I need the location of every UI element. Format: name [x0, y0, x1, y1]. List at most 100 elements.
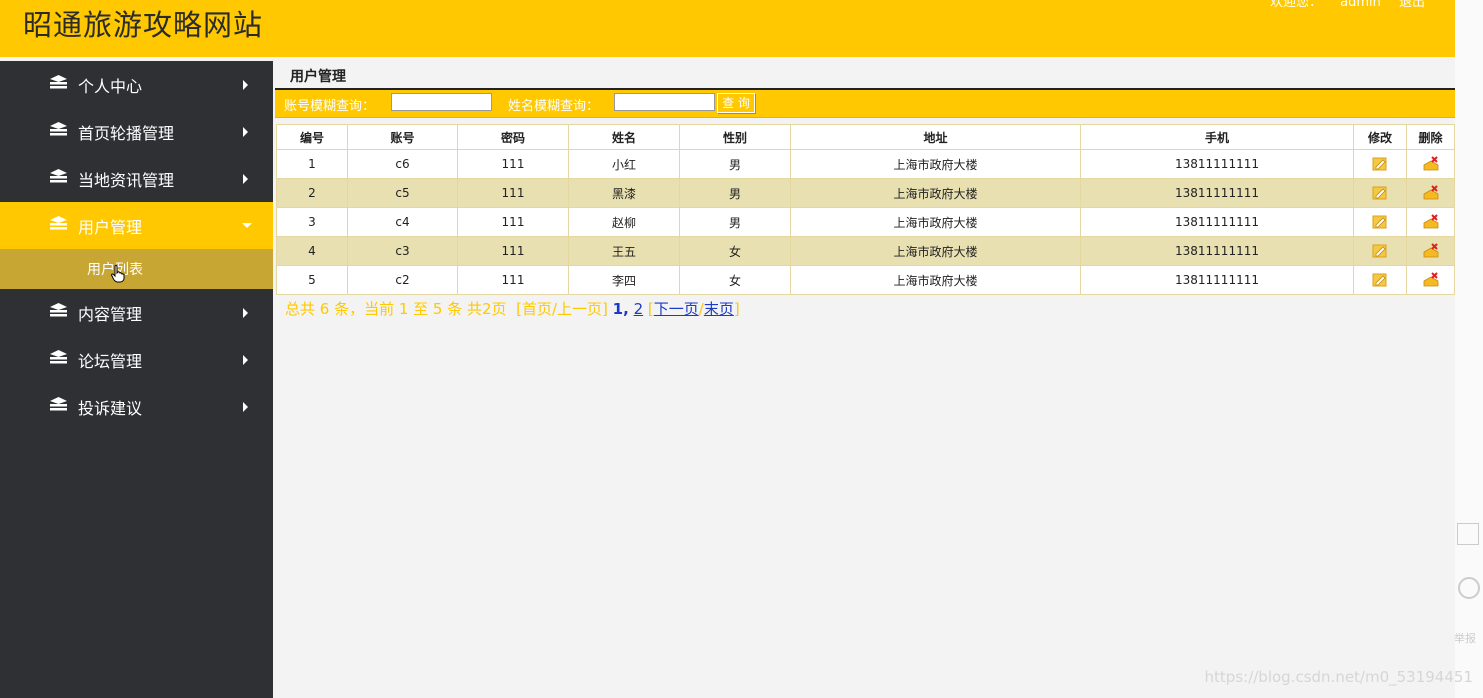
cell-delete — [1406, 207, 1455, 237]
pager-summary: 总共 6 条，当前 1 至 5 条 共2页 — [285, 300, 507, 318]
user-table: 编号 账号 密码 姓名 性别 地址 手机 修改 删除 1 c6 111 小红男上海市政… — [276, 124, 1455, 295]
column-header: 姓名 — [568, 124, 680, 150]
cell-id: 1 — [276, 149, 348, 179]
username-link[interactable]: admin — [1340, 0, 1381, 10]
report-link[interactable]: 举报 — [1454, 630, 1476, 646]
stack-icon — [50, 75, 67, 89]
cell-account: c3 — [347, 236, 458, 266]
edit-icon[interactable] — [1372, 272, 1388, 288]
cell-id: 2 — [276, 178, 348, 208]
column-header: 删除 — [1406, 124, 1455, 150]
name-search-input[interactable] — [614, 93, 715, 111]
chevron-right-icon — [243, 173, 248, 184]
cell-id: 4 — [276, 236, 348, 266]
cell-gender: 女 — [679, 265, 791, 295]
cell-id: 3 — [276, 207, 348, 237]
table-row: 2 c5 111 黑漆男上海市政府大楼 13811111111 — [276, 178, 1455, 208]
submenu-item-user-list[interactable]: 用户列表 — [0, 249, 273, 289]
account-search-label: 账号模糊查询： — [284, 99, 376, 114]
sidebar-item-label: 首页轮播管理 — [78, 123, 175, 143]
cell-gender: 女 — [679, 236, 791, 266]
cell-phone: 13811111111 — [1080, 236, 1354, 266]
stack-icon — [50, 122, 67, 136]
watermark: https://blog.csdn.net/m0_53194451 — [1204, 668, 1473, 686]
sidebar-item-content-management[interactable]: 内容管理 — [0, 289, 273, 336]
edit-icon[interactable] — [1457, 523, 1479, 545]
edit-icon[interactable] — [1372, 214, 1388, 230]
delete-icon[interactable] — [1423, 214, 1439, 230]
pager-last[interactable]: 末页 — [704, 300, 734, 318]
headset-icon[interactable] — [1458, 577, 1480, 599]
search-bar: 账号模糊查询： 姓名模糊查询： 查 询 — [275, 88, 1455, 118]
cell-name: 李四 — [568, 265, 680, 295]
cell-name: 黑漆 — [568, 178, 680, 208]
column-header: 性别 — [679, 124, 791, 150]
right-rail: 举报 — [1454, 0, 1483, 698]
page-title: 用户管理 — [290, 69, 346, 85]
column-header: 地址 — [790, 124, 1081, 150]
cell-account: c5 — [347, 178, 458, 208]
pager-separator: , — [623, 300, 629, 318]
cell-name: 王五 — [568, 236, 680, 266]
top-header: 昭通旅游攻略网站 欢迎您： admin 退出 — [0, 0, 1455, 57]
pager-next[interactable]: 下一页 — [654, 300, 699, 318]
cell-account: c4 — [347, 207, 458, 237]
chevron-right-icon — [243, 126, 248, 137]
cell-delete — [1406, 149, 1455, 179]
sidebar-item-carousel[interactable]: 首页轮播管理 — [0, 108, 273, 155]
cell-account: c6 — [347, 149, 458, 179]
chevron-right-icon — [243, 307, 248, 318]
edit-icon[interactable] — [1372, 185, 1388, 201]
pager-current-page: 1 — [612, 300, 624, 318]
stack-icon — [50, 216, 67, 230]
cell-password: 111 — [457, 149, 569, 179]
cell-phone: 13811111111 — [1080, 178, 1354, 208]
stack-icon — [50, 169, 67, 183]
chevron-right-icon — [243, 79, 248, 90]
sidebar-item-complaints[interactable]: 投诉建议 — [0, 383, 273, 430]
sidebar-item-forum[interactable]: 论坛管理 — [0, 336, 273, 383]
welcome-label: 欢迎您： — [1269, 0, 1322, 10]
edit-icon[interactable] — [1372, 243, 1388, 259]
cell-account: c2 — [347, 265, 458, 295]
chevron-right-icon — [243, 401, 248, 412]
cell-edit — [1353, 178, 1407, 208]
table-row: 4 c3 111 王五女上海市政府大楼 13811111111 — [276, 236, 1455, 266]
sidebar-item-label: 个人中心 — [78, 76, 143, 96]
cell-password: 111 — [457, 236, 569, 266]
name-search-label: 姓名模糊查询： — [508, 99, 600, 114]
pager-page-2[interactable]: 2 — [634, 300, 644, 318]
sidebar-item-local-news[interactable]: 当地资讯管理 — [0, 155, 273, 202]
cell-delete — [1406, 265, 1455, 295]
delete-icon[interactable] — [1423, 272, 1439, 288]
delete-icon[interactable] — [1423, 156, 1439, 172]
cell-phone: 13811111111 — [1080, 149, 1354, 179]
logout-link[interactable]: 退出 — [1399, 0, 1425, 10]
cell-edit — [1353, 207, 1407, 237]
cell-delete — [1406, 236, 1455, 266]
pager-first-prev: [首页/上一页] — [516, 300, 608, 318]
edit-icon[interactable] — [1372, 156, 1388, 172]
account-search-input[interactable] — [391, 93, 492, 111]
search-button[interactable]: 查 询 — [717, 93, 755, 113]
stack-icon — [50, 397, 67, 411]
stack-icon — [50, 350, 67, 364]
pagination: 总共 6 条，当前 1 至 5 条 共2页 [首页/上一页] 1, 2 [下一页… — [285, 300, 740, 318]
delete-icon[interactable] — [1423, 243, 1439, 259]
sidebar-item-label: 内容管理 — [78, 304, 143, 324]
cell-password: 111 — [457, 178, 569, 208]
delete-icon[interactable] — [1423, 185, 1439, 201]
table-header-row: 编号 账号 密码 姓名 性别 地址 手机 修改 删除 — [276, 124, 1455, 150]
cell-phone: 13811111111 — [1080, 265, 1354, 295]
cell-name: 赵柳 — [568, 207, 680, 237]
sidebar-item-label: 当地资讯管理 — [78, 170, 175, 190]
table-row: 1 c6 111 小红男上海市政府大楼 13811111111 — [276, 149, 1455, 179]
sidebar-item-personal-center[interactable]: 个人中心 — [0, 61, 273, 108]
site-title: 昭通旅游攻略网站 — [23, 8, 264, 42]
column-header: 账号 — [347, 124, 458, 150]
table-row: 3 c4 111 赵柳男上海市政府大楼 13811111111 — [276, 207, 1455, 237]
column-header: 密码 — [457, 124, 569, 150]
column-header: 修改 — [1353, 124, 1407, 150]
cell-gender: 男 — [679, 207, 791, 237]
sidebar-item-user-management[interactable]: 用户管理 — [0, 202, 273, 249]
